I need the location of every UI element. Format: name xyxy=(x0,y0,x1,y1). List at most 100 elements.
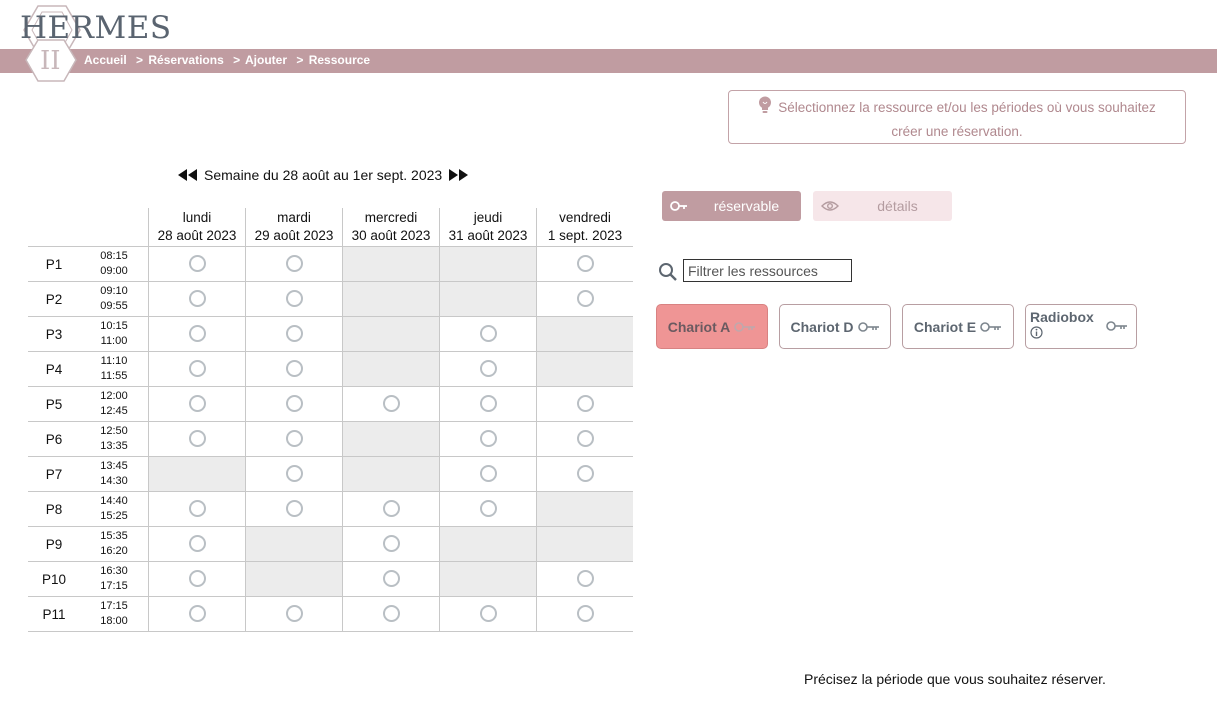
slot-cell[interactable] xyxy=(245,491,343,527)
slot-radio[interactable] xyxy=(285,290,303,308)
slot-cell[interactable] xyxy=(245,316,343,352)
slot-radio[interactable] xyxy=(382,570,400,588)
period-time: 12:50 13:35 xyxy=(80,421,149,457)
toggle-details[interactable]: détails xyxy=(813,191,952,221)
slot-radio[interactable] xyxy=(382,500,400,518)
resource-chariot-a[interactable]: Chariot A xyxy=(656,304,768,349)
slot-radio[interactable] xyxy=(576,605,594,623)
slot-radio[interactable] xyxy=(576,430,594,448)
slot-cell[interactable] xyxy=(342,491,440,527)
slot-cell[interactable] xyxy=(439,386,537,422)
footer-instruction: Précisez la période que vous souhaitez r… xyxy=(804,671,1106,687)
slot-radio[interactable] xyxy=(188,500,206,518)
slot-cell[interactable] xyxy=(536,281,633,317)
slot-cell[interactable] xyxy=(148,316,246,352)
slot-cell[interactable] xyxy=(245,246,343,282)
slot-radio[interactable] xyxy=(285,255,303,273)
double-right-arrow-icon[interactable] xyxy=(448,169,469,181)
slot-cell[interactable] xyxy=(439,316,537,352)
slot-radio[interactable] xyxy=(285,465,303,483)
slot-cell[interactable] xyxy=(148,491,246,527)
resource-label: Chariot E xyxy=(913,318,977,335)
slot-cell[interactable] xyxy=(148,281,246,317)
slot-radio[interactable] xyxy=(285,605,303,623)
info-icon[interactable] xyxy=(1030,326,1094,342)
period-name: P8 xyxy=(28,491,80,527)
slot-cell[interactable] xyxy=(536,561,633,597)
slot-cell[interactable] xyxy=(148,351,246,387)
slot-radio[interactable] xyxy=(285,430,303,448)
breadcrumb-accueil[interactable]: Accueil xyxy=(84,53,127,67)
slot-radio[interactable] xyxy=(576,255,594,273)
period-row-p2: P2 09:10 09:55 xyxy=(28,281,633,317)
resource-chariot-e[interactable]: Chariot E xyxy=(902,304,1014,349)
filter-resources-input[interactable] xyxy=(683,259,852,282)
slot-radio[interactable] xyxy=(479,360,497,378)
slot-radio[interactable] xyxy=(382,535,400,553)
slot-cell[interactable] xyxy=(439,456,537,492)
period-end: 18:00 xyxy=(100,615,128,627)
slot-radio[interactable] xyxy=(479,500,497,518)
breadcrumb-ressource[interactable]: Ressource xyxy=(309,53,370,67)
slot-radio[interactable] xyxy=(576,465,594,483)
slot-cell[interactable] xyxy=(148,386,246,422)
slot-radio[interactable] xyxy=(576,290,594,308)
slot-cell[interactable] xyxy=(245,456,343,492)
slot-radio[interactable] xyxy=(188,395,206,413)
resource-radiobox[interactable]: Radiobox xyxy=(1025,304,1137,349)
slot-cell[interactable] xyxy=(148,596,246,632)
slot-radio[interactable] xyxy=(382,605,400,623)
breadcrumb-reservations[interactable]: Réservations xyxy=(148,53,223,67)
slot-cell[interactable] xyxy=(245,596,343,632)
double-left-arrow-icon[interactable] xyxy=(178,169,198,181)
slot-cell[interactable] xyxy=(148,526,246,562)
slot-cell[interactable] xyxy=(536,246,633,282)
slot-cell[interactable] xyxy=(439,491,537,527)
slot-radio[interactable] xyxy=(188,570,206,588)
period-end: 13:35 xyxy=(100,440,128,452)
app-logo[interactable]: HERMES II xyxy=(8,4,171,84)
slot-radio[interactable] xyxy=(382,395,400,413)
period-name: P11 xyxy=(28,596,80,632)
slot-cell[interactable] xyxy=(245,281,343,317)
slot-cell[interactable] xyxy=(245,386,343,422)
slot-cell[interactable] xyxy=(439,596,537,632)
slot-radio[interactable] xyxy=(188,360,206,378)
slot-radio[interactable] xyxy=(285,325,303,343)
slot-cell[interactable] xyxy=(439,421,537,457)
slot-radio[interactable] xyxy=(479,465,497,483)
resource-chariot-d[interactable]: Chariot D xyxy=(779,304,891,349)
slot-radio[interactable] xyxy=(576,395,594,413)
slot-radio[interactable] xyxy=(188,605,206,623)
key-icon xyxy=(980,321,1002,333)
slot-radio[interactable] xyxy=(285,395,303,413)
slot-cell[interactable] xyxy=(536,596,633,632)
toggle-reservable[interactable]: réservable xyxy=(662,191,801,221)
slot-radio[interactable] xyxy=(285,360,303,378)
slot-radio[interactable] xyxy=(188,290,206,308)
slot-cell[interactable] xyxy=(536,456,633,492)
slot-cell[interactable] xyxy=(148,561,246,597)
breadcrumb-ajouter[interactable]: Ajouter xyxy=(245,53,287,67)
slot-cell[interactable] xyxy=(342,596,440,632)
slot-cell[interactable] xyxy=(536,421,633,457)
slot-radio[interactable] xyxy=(479,325,497,343)
slot-radio[interactable] xyxy=(188,430,206,448)
slot-cell[interactable] xyxy=(148,421,246,457)
slot-cell[interactable] xyxy=(342,386,440,422)
slot-cell[interactable] xyxy=(342,561,440,597)
slot-cell[interactable] xyxy=(342,526,440,562)
slot-radio[interactable] xyxy=(479,605,497,623)
slot-radio[interactable] xyxy=(188,255,206,273)
slot-cell[interactable] xyxy=(148,246,246,282)
slot-cell[interactable] xyxy=(536,386,633,422)
slot-radio[interactable] xyxy=(479,430,497,448)
slot-radio[interactable] xyxy=(576,570,594,588)
slot-radio[interactable] xyxy=(285,500,303,518)
slot-radio[interactable] xyxy=(188,325,206,343)
slot-cell[interactable] xyxy=(439,351,537,387)
slot-radio[interactable] xyxy=(188,535,206,553)
slot-radio[interactable] xyxy=(479,395,497,413)
slot-cell[interactable] xyxy=(245,351,343,387)
slot-cell[interactable] xyxy=(245,421,343,457)
